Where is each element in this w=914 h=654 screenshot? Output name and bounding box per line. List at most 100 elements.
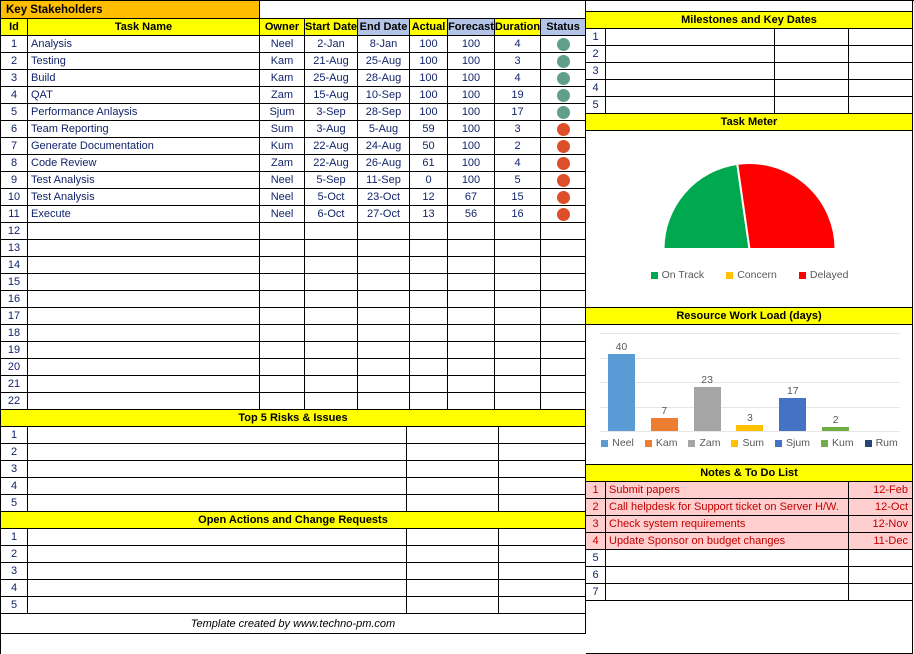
milestone-owner-cell[interactable] — [775, 63, 849, 80]
task-forecast-cell[interactable] — [448, 325, 495, 342]
risk-desc-cell[interactable] — [28, 478, 407, 495]
task-end-date-cell[interactable] — [358, 308, 410, 325]
task-owner-cell[interactable] — [260, 223, 305, 240]
open-action-desc-cell[interactable] — [28, 597, 407, 614]
task-start-date-cell[interactable]: 6-Oct — [305, 206, 358, 223]
task-name-cell[interactable]: QAT — [28, 87, 260, 104]
task-name-cell[interactable]: Build — [28, 70, 260, 87]
note-date-cell[interactable]: 12-Oct — [849, 499, 913, 516]
milestone-name-cell[interactable] — [606, 63, 775, 80]
task-actual-cell[interactable]: 59 — [410, 121, 448, 138]
task-name-cell[interactable]: Test Analysis — [28, 172, 260, 189]
task-forecast-cell[interactable]: 100 — [448, 155, 495, 172]
task-duration-cell[interactable] — [495, 240, 541, 257]
risk-owner-cell[interactable] — [407, 495, 499, 512]
task-actual-cell[interactable]: 0 — [410, 172, 448, 189]
task-end-date-cell[interactable]: 23-Oct — [358, 189, 410, 206]
milestone-owner-cell[interactable] — [775, 97, 849, 114]
task-owner-cell[interactable] — [260, 308, 305, 325]
task-forecast-cell[interactable] — [448, 223, 495, 240]
note-text-cell[interactable] — [606, 550, 849, 567]
note-date-cell[interactable]: 12-Feb — [849, 482, 913, 499]
risk-date-cell[interactable] — [499, 495, 586, 512]
note-text-cell[interactable]: Check system requirements — [606, 516, 849, 533]
task-actual-cell[interactable]: 100 — [410, 87, 448, 104]
task-actual-cell[interactable] — [410, 376, 448, 393]
milestone-name-cell[interactable] — [606, 80, 775, 97]
task-name-cell[interactable] — [28, 257, 260, 274]
note-date-cell[interactable] — [849, 550, 913, 567]
task-actual-cell[interactable] — [410, 291, 448, 308]
open-action-desc-cell[interactable] — [28, 546, 407, 563]
task-start-date-cell[interactable] — [305, 257, 358, 274]
task-owner-cell[interactable] — [260, 291, 305, 308]
task-forecast-cell[interactable] — [448, 359, 495, 376]
milestone-owner-cell[interactable] — [775, 46, 849, 63]
task-end-date-cell[interactable] — [358, 342, 410, 359]
task-forecast-cell[interactable]: 56 — [448, 206, 495, 223]
task-forecast-cell[interactable] — [448, 342, 495, 359]
note-text-cell[interactable]: Submit papers — [606, 482, 849, 499]
task-name-cell[interactable]: Analysis — [28, 36, 260, 53]
milestone-owner-cell[interactable] — [775, 29, 849, 46]
task-name-cell[interactable] — [28, 240, 260, 257]
task-actual-cell[interactable] — [410, 257, 448, 274]
task-forecast-cell[interactable] — [448, 376, 495, 393]
note-date-cell[interactable]: 11-Dec — [849, 533, 913, 550]
task-forecast-cell[interactable] — [448, 274, 495, 291]
risk-date-cell[interactable] — [499, 461, 586, 478]
task-owner-cell[interactable] — [260, 274, 305, 291]
note-text-cell[interactable]: Update Sponsor on budget changes — [606, 533, 849, 550]
task-start-date-cell[interactable] — [305, 393, 358, 410]
task-name-cell[interactable]: Team Reporting — [28, 121, 260, 138]
task-start-date-cell[interactable] — [305, 376, 358, 393]
task-actual-cell[interactable]: 100 — [410, 104, 448, 121]
task-end-date-cell[interactable]: 27-Oct — [358, 206, 410, 223]
task-start-date-cell[interactable] — [305, 291, 358, 308]
task-forecast-cell[interactable] — [448, 308, 495, 325]
task-end-date-cell[interactable] — [358, 325, 410, 342]
milestone-date-cell[interactable] — [849, 46, 913, 63]
task-name-cell[interactable] — [28, 393, 260, 410]
task-duration-cell[interactable] — [495, 359, 541, 376]
task-actual-cell[interactable] — [410, 240, 448, 257]
task-end-date-cell[interactable] — [358, 359, 410, 376]
milestone-name-cell[interactable] — [606, 46, 775, 63]
task-forecast-cell[interactable]: 100 — [448, 121, 495, 138]
risk-date-cell[interactable] — [499, 444, 586, 461]
task-name-cell[interactable] — [28, 376, 260, 393]
task-duration-cell[interactable]: 2 — [495, 138, 541, 155]
task-forecast-cell[interactable]: 100 — [448, 172, 495, 189]
milestone-owner-cell[interactable] — [775, 80, 849, 97]
task-forecast-cell[interactable] — [448, 240, 495, 257]
task-forecast-cell[interactable]: 100 — [448, 138, 495, 155]
task-duration-cell[interactable]: 4 — [495, 36, 541, 53]
task-duration-cell[interactable]: 4 — [495, 155, 541, 172]
open-action-date-cell[interactable] — [499, 529, 586, 546]
task-start-date-cell[interactable] — [305, 223, 358, 240]
task-duration-cell[interactable] — [495, 308, 541, 325]
task-forecast-cell[interactable]: 100 — [448, 87, 495, 104]
risk-desc-cell[interactable] — [28, 427, 407, 444]
note-text-cell[interactable] — [606, 567, 849, 584]
note-date-cell[interactable]: 12-Nov — [849, 516, 913, 533]
task-name-cell[interactable] — [28, 325, 260, 342]
task-end-date-cell[interactable] — [358, 223, 410, 240]
task-owner-cell[interactable]: Zam — [260, 87, 305, 104]
risk-desc-cell[interactable] — [28, 444, 407, 461]
task-owner-cell[interactable] — [260, 376, 305, 393]
task-end-date-cell[interactable]: 10-Sep — [358, 87, 410, 104]
task-duration-cell[interactable] — [495, 376, 541, 393]
milestone-date-cell[interactable] — [849, 80, 913, 97]
task-actual-cell[interactable]: 100 — [410, 70, 448, 87]
task-start-date-cell[interactable] — [305, 325, 358, 342]
task-end-date-cell[interactable] — [358, 393, 410, 410]
task-name-cell[interactable] — [28, 308, 260, 325]
task-name-cell[interactable]: Testing — [28, 53, 260, 70]
task-owner-cell[interactable]: Kam — [260, 70, 305, 87]
note-text-cell[interactable] — [606, 584, 849, 601]
risk-owner-cell[interactable] — [407, 461, 499, 478]
task-end-date-cell[interactable] — [358, 291, 410, 308]
task-end-date-cell[interactable]: 8-Jan — [358, 36, 410, 53]
task-duration-cell[interactable]: 19 — [495, 87, 541, 104]
